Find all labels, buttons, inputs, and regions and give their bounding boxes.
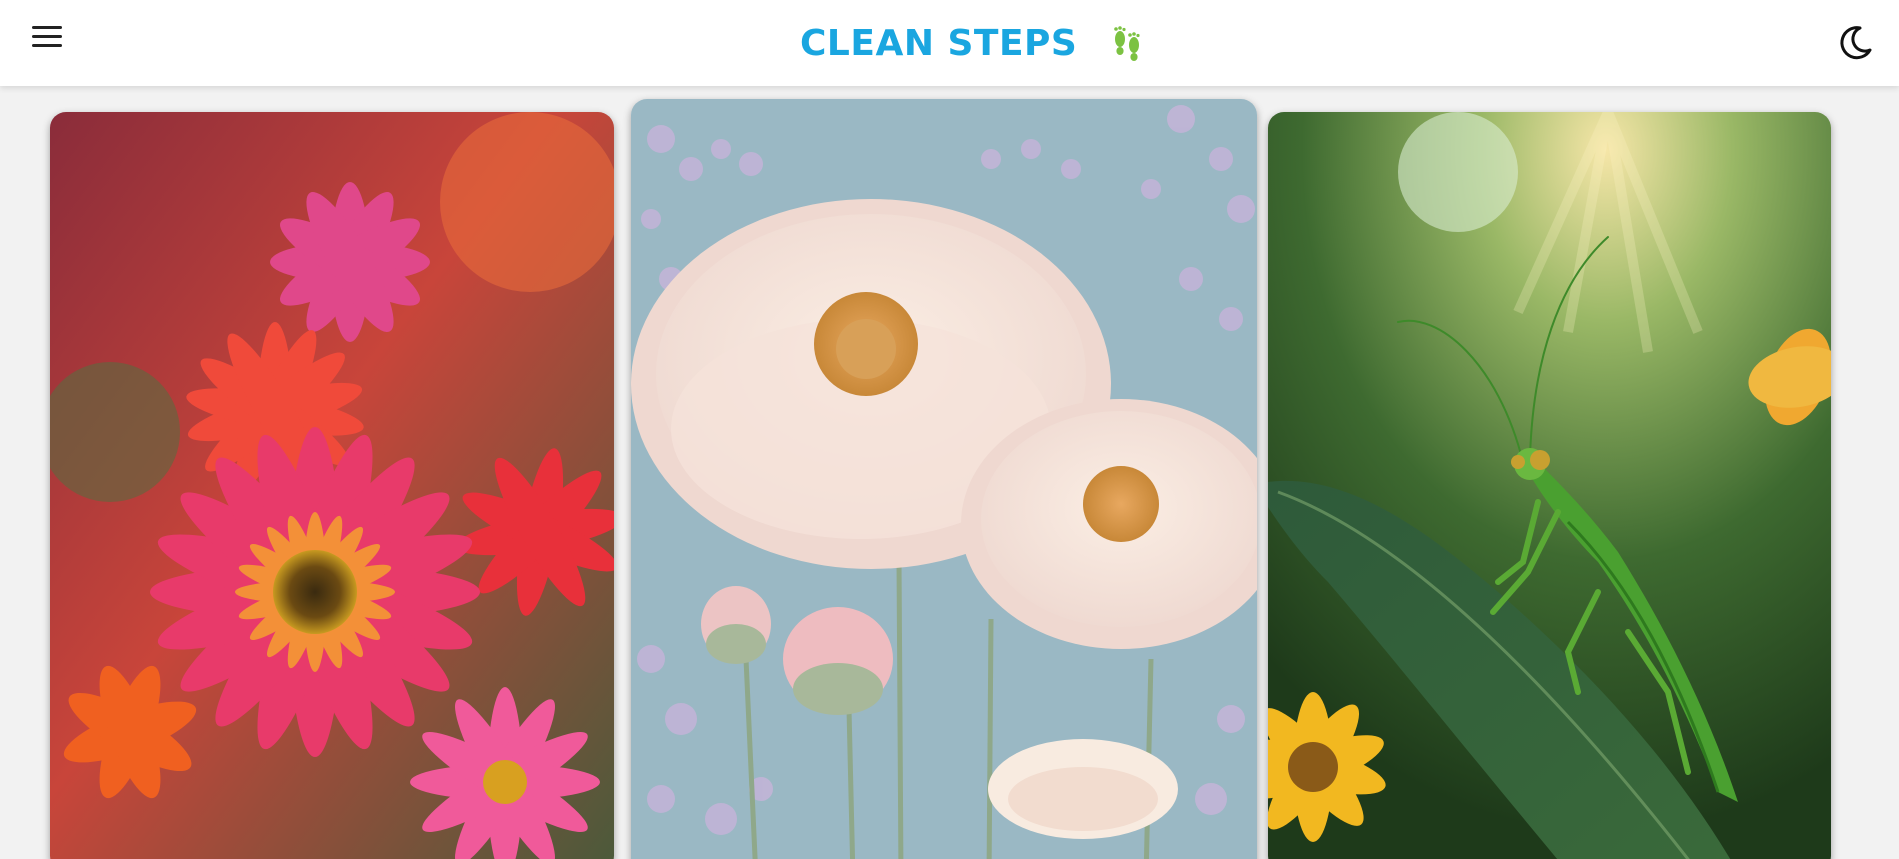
mantis-image <box>1268 112 1831 859</box>
top-bar: CLEAN STEPS <box>0 0 1899 86</box>
brand-logo[interactable]: CLEAN STEPS <box>800 18 1147 68</box>
site-title: CLEAN STEPS <box>800 22 1078 64</box>
gallery-card-daisies[interactable] <box>50 112 614 859</box>
moon-icon[interactable] <box>1836 24 1874 62</box>
gallery-card-mantis[interactable] <box>1268 112 1831 859</box>
gallery-card-peonies[interactable] <box>631 99 1257 859</box>
hamburger-menu-icon[interactable] <box>32 26 68 56</box>
footprints-icon <box>1114 26 1140 61</box>
daisies-image <box>50 112 614 859</box>
peonies-image <box>631 99 1257 859</box>
